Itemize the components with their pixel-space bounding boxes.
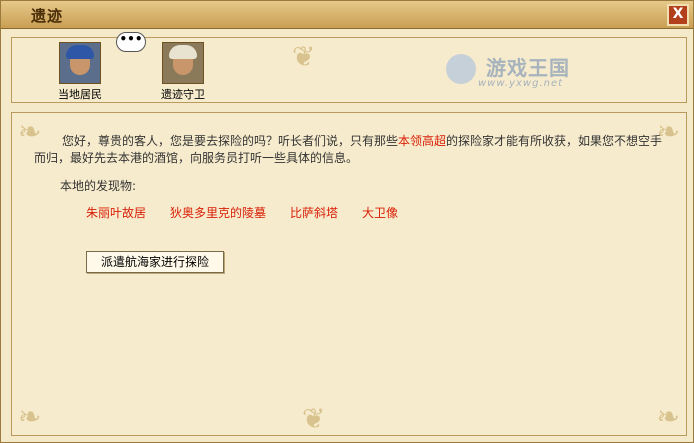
corner-ornament-icon: ❧: [18, 400, 42, 433]
npc-ruin-guard[interactable]: 遗迹守卫: [153, 42, 213, 102]
discovery-item[interactable]: 朱丽叶故居: [86, 204, 146, 221]
bottom-ornament-icon: ❦: [302, 402, 326, 435]
title-bar: 遗迹 X: [1, 1, 693, 29]
greeting-message: 您好，尊贵的客人，您是要去探险的吗？听长者们说，只有那些本领高超的探险家才能有所…: [34, 133, 664, 167]
ornament-icon: ❦: [292, 40, 316, 73]
speech-bubble-icon: •••: [116, 32, 146, 52]
npc-name: 当地居民: [58, 88, 102, 101]
discovery-item[interactable]: 狄奥多里克的陵墓: [170, 204, 266, 221]
ruin-guard-portrait-icon: [162, 42, 204, 84]
window-title: 遗迹: [31, 7, 64, 25]
close-button[interactable]: X: [667, 4, 689, 26]
message-highlight: 本领高超: [398, 134, 447, 148]
logo-url: www.yxwg.net: [478, 78, 564, 89]
logo-text: 游戏王国: [486, 56, 570, 80]
dispatch-explorer-button[interactable]: 派遣航海家进行探险: [86, 251, 224, 273]
local-resident-portrait-icon: [59, 42, 101, 84]
discoveries-label: 本地的发现物:: [60, 179, 137, 193]
npc-panel: ••• 当地居民 遗迹守卫 ❦ 游戏王国 www.yxwg.net: [11, 32, 687, 103]
npc-local-resident[interactable]: 当地居民: [50, 42, 110, 102]
discovery-item[interactable]: 比萨斜塔: [290, 204, 338, 221]
corner-ornament-icon: ❧: [656, 400, 680, 433]
ruins-window: 遗迹 X ••• 当地居民 遗迹守卫 ❦ 游戏王国 www.yxwg.net ❧…: [0, 0, 694, 443]
logo-mark-icon: [446, 54, 476, 84]
site-logo: 游戏王国 www.yxwg.net: [446, 50, 616, 90]
content-panel: ❧ ❧ ❧ ❧ ❦ 您好，尊贵的客人，您是要去探险的吗？听长者们说，只有那些本领…: [11, 112, 687, 436]
discovery-item[interactable]: 大卫像: [362, 204, 398, 221]
message-text: 您好，尊贵的客人，您是要去探险的吗？听长者们说，只有那些: [62, 134, 399, 148]
npc-name: 遗迹守卫: [161, 88, 205, 101]
